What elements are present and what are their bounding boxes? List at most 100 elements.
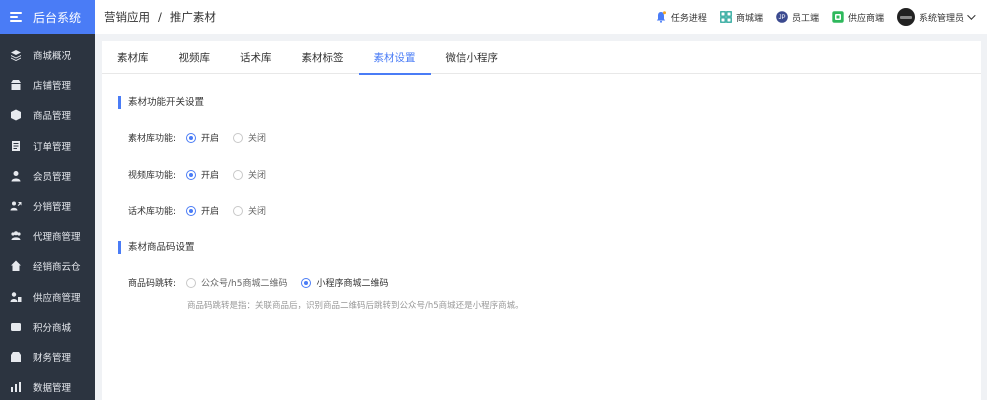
warehouse-icon (10, 260, 22, 272)
header-actions: 任务进程 商城端 JP 员工端 供应商端 系统管理员 (642, 8, 987, 26)
tab-material-library[interactable]: 素材库 (102, 41, 164, 74)
form-label: 视频库功能: (128, 171, 177, 181)
supplier-portal-icon (832, 11, 844, 23)
section-title-goods-code: 素材商品码设置 (118, 241, 195, 254)
sidebar-item-distribution[interactable]: 分销管理 (0, 191, 95, 221)
supplier-end-link[interactable]: 供应商端 (832, 11, 884, 24)
sidebar-item-label: 供应商管理 (33, 292, 81, 304)
member-icon (10, 170, 22, 182)
mall-icon (720, 11, 732, 23)
radio-miniprogram-qrcode[interactable]: 小程序商城二维码 (301, 276, 388, 289)
supplier-icon (10, 291, 22, 303)
radio-dot (186, 277, 196, 288)
form-label: 话术库功能: (128, 207, 177, 217)
radio-label: 公众号/h5商城二维码 (201, 279, 288, 289)
sidebar-item-label: 会员管理 (33, 171, 72, 183)
supplier-end-label: 供应商端 (847, 13, 884, 24)
breadcrumb-current: 推广素材 (169, 10, 216, 24)
chart-icon (10, 381, 22, 393)
radio-script-on[interactable]: 开启 (186, 204, 219, 217)
staff-icon: JP (776, 11, 788, 23)
task-progress-label: 任务进程 (670, 13, 707, 24)
sidebar-item-agents[interactable]: 代理商管理 (0, 221, 95, 251)
goods-code-hint: 商品码跳转是指：关联商品后，识别商品二维码后跳转到公众号/h5商城还是小程序商城… (187, 301, 524, 311)
sidebar-item-goods[interactable]: 商品管理 (0, 100, 95, 130)
tab-wechat-miniprogram[interactable]: 微信小程序 (431, 41, 514, 74)
sidebar-item-finance[interactable]: 财务管理 (0, 342, 95, 372)
breadcrumb-parent[interactable]: 营销应用 (104, 9, 150, 25)
section-title-switches: 素材功能开关设置 (118, 96, 204, 109)
radio-label: 开启 (201, 207, 220, 217)
radio-dot (233, 132, 244, 143)
radio-dot (301, 277, 312, 288)
staff-end-label: 员工端 (791, 13, 819, 24)
sidebar-item-members[interactable]: 会员管理 (0, 161, 95, 191)
form-row-material-library: 素材库功能: 开启 关闭 (128, 131, 280, 144)
radio-label: 开启 (201, 171, 220, 181)
radio-script-off[interactable]: 关闭 (233, 204, 266, 217)
layers-icon (10, 49, 22, 62)
sidebar-item-overview[interactable]: 商城概况 (0, 40, 95, 70)
sidebar-item-label: 积分商城 (33, 322, 72, 334)
order-icon (10, 140, 22, 152)
avatar (896, 8, 915, 26)
tab-script-library[interactable]: 话术库 (225, 41, 287, 74)
mall-end-label: 商城端 (735, 13, 763, 24)
distribution-icon (10, 200, 22, 212)
sidebar-item-label: 财务管理 (33, 352, 72, 364)
sidebar-item-warehouse[interactable]: 经销商云仓 (0, 251, 95, 281)
sidebar: 后台系统 商城概况 店铺管理 商品管理 订单管理 会员管理 分销管理 代理商管理… (0, 0, 95, 400)
sidebar-item-points-mall[interactable]: 积分商城 (0, 312, 95, 342)
main-panel: 素材库 视频库 话术库 素材标签 素材设置 微信小程序 素材功能开关设置 素材库… (102, 41, 981, 400)
tab-video-library[interactable]: 视频库 (164, 41, 226, 74)
radio-label: 关闭 (248, 171, 267, 181)
radio-label: 开启 (201, 134, 220, 144)
sidebar-item-label: 商城概况 (33, 51, 72, 63)
sidebar-item-label: 商品管理 (33, 111, 72, 123)
radio-label: 关闭 (248, 207, 267, 217)
agent-icon (10, 230, 22, 242)
radio-video-off[interactable]: 关闭 (233, 168, 266, 181)
breadcrumb-separator: / (158, 10, 162, 24)
bell-icon (655, 11, 667, 23)
sidebar-item-label: 经销商云仓 (33, 262, 81, 274)
mall-end-link[interactable]: 商城端 (720, 11, 763, 24)
radio-dot (186, 205, 196, 216)
form-label: 素材库功能: (128, 134, 177, 144)
radio-material-off[interactable]: 关闭 (233, 131, 266, 144)
points-icon (10, 321, 22, 333)
sidebar-nav: 商城概况 店铺管理 商品管理 订单管理 会员管理 分销管理 代理商管理 经销商云… (0, 34, 95, 400)
sidebar-item-label: 数据管理 (33, 383, 72, 395)
user-name: 系统管理员 (918, 13, 964, 24)
top-header: 营销应用 / 推广素材 任务进程 商城端 JP 员工端 供应商端 系统管理员 (95, 0, 987, 34)
brand-title: 后台系统 (33, 10, 82, 25)
sidebar-item-label: 店铺管理 (33, 81, 72, 93)
sidebar-item-orders[interactable]: 订单管理 (0, 131, 95, 161)
task-progress-link[interactable]: 任务进程 (655, 11, 707, 24)
radio-video-on[interactable]: 开启 (186, 168, 219, 181)
tab-material-tags[interactable]: 素材标签 (287, 41, 359, 74)
form-row-video-library: 视频库功能: 开启 关闭 (128, 168, 280, 181)
radio-label: 关闭 (248, 134, 267, 144)
radio-material-on[interactable]: 开启 (186, 131, 219, 144)
radio-h5-qrcode[interactable]: 公众号/h5商城二维码 (186, 276, 287, 289)
tab-material-settings[interactable]: 素材设置 (358, 41, 431, 75)
form-row-script-library: 话术库功能: 开启 关闭 (128, 204, 280, 217)
sidebar-item-label: 分销管理 (33, 202, 72, 214)
user-menu[interactable]: 系统管理员 (896, 8, 976, 26)
radio-dot (186, 169, 196, 180)
staff-end-link[interactable]: JP 员工端 (776, 11, 819, 24)
chevron-down-icon (967, 11, 976, 20)
sidebar-item-store[interactable]: 店铺管理 (0, 70, 95, 100)
menu-toggle-icon[interactable] (10, 12, 22, 22)
form-label: 商品码跳转: (128, 279, 177, 289)
finance-icon (10, 351, 22, 363)
radio-dot (233, 205, 244, 216)
store-icon (10, 79, 22, 91)
sidebar-item-suppliers[interactable]: 供应商管理 (0, 282, 95, 312)
radio-dot (233, 169, 244, 180)
sidebar-item-data[interactable]: 数据管理 (0, 372, 95, 400)
box-icon (10, 109, 22, 121)
sidebar-item-label: 代理商管理 (33, 232, 81, 244)
radio-dot (186, 132, 196, 143)
